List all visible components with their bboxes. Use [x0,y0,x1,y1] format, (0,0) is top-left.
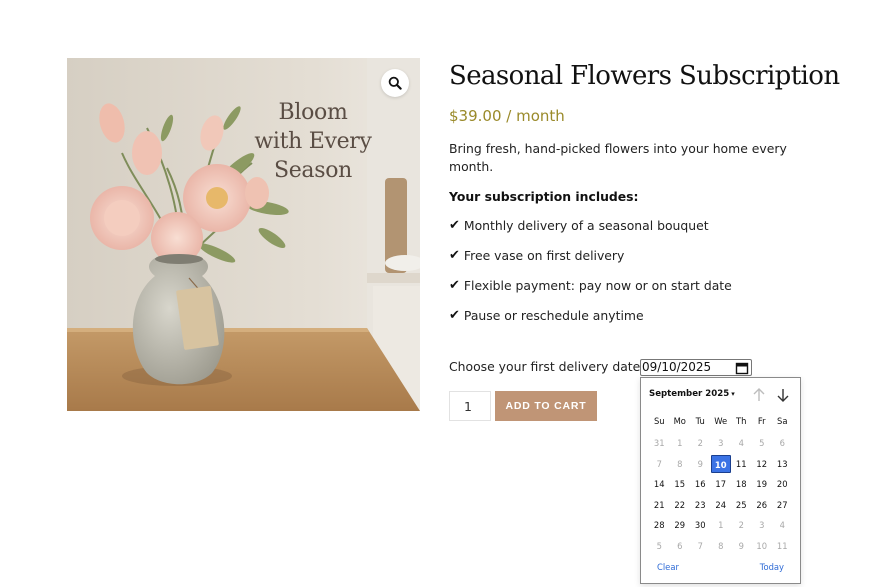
calendar-day[interactable]: 6 [670,537,691,555]
product-title: Seasonal Flowers Subscription [449,61,840,91]
month-year-selector[interactable]: September 2025 ▾ [649,389,735,399]
zoom-button[interactable] [381,69,409,97]
feature-item: ✔ Free vase on first delivery [449,247,732,277]
add-to-cart-button[interactable]: ADD TO CART [495,391,597,421]
arrow-down-icon[interactable] [776,387,790,403]
clear-button[interactable]: Clear [657,562,679,572]
calendar-day[interactable]: 11 [731,455,752,473]
image-headline: Bloom with Every Season [243,98,383,185]
calendar-day[interactable]: 15 [670,475,691,493]
calendar-day[interactable]: 9 [690,455,711,473]
calendar-day[interactable]: 4 [731,434,752,452]
calendar-day[interactable]: 3 [752,516,773,534]
calendar-day[interactable]: 28 [649,516,670,534]
arrow-up-icon[interactable] [752,387,766,403]
calendar-day[interactable]: 17 [711,475,732,493]
calendar-day[interactable]: 2 [731,516,752,534]
calendar-day[interactable]: 10 [752,537,773,555]
calendar-week-row: 28 29 30 1 2 3 4 [649,515,793,536]
product-description: Bring fresh, hand-picked flowers into yo… [449,141,787,174]
quantity-input[interactable]: 1 [449,391,491,421]
magnifier-icon [388,76,402,90]
calendar-day[interactable]: 31 [649,434,670,452]
weekday-label: Fr [757,416,766,426]
date-picker-footer: Clear Today [657,562,784,572]
delivery-date-label: Choose your first delivery date: [449,359,645,374]
calendar-day[interactable]: 7 [690,537,711,555]
price-amount: $39.00 [449,107,502,125]
calendar-day[interactable]: 4 [772,516,793,534]
calendar-grid: 31 1 2 3 4 5 6 7 8 9 10 11 12 13 14 15 16 17 18 19 20 21 22 23 2… [649,433,793,556]
calendar-day[interactable]: 19 [752,475,773,493]
calendar-week-row: 21 22 23 24 25 26 27 [649,495,793,516]
calendar-day[interactable]: 6 [772,434,793,452]
weekday-label: We [714,416,728,426]
calendar-day[interactable]: 18 [731,475,752,493]
calendar-day[interactable]: 20 [772,475,793,493]
calendar-day[interactable]: 11 [772,537,793,555]
calendar-day-selected[interactable]: 10 [710,454,731,473]
feature-text: Pause or reschedule anytime [463,308,644,323]
delivery-date-input[interactable]: 09/10/2025 [640,359,752,376]
checkmark-icon: ✔ [449,308,460,323]
calendar-week-row: 31 1 2 3 4 5 6 [649,433,793,454]
product-image: Bloom with Every Season [67,58,420,411]
calendar-day[interactable]: 8 [711,537,732,555]
calendar-day[interactable]: 7 [649,455,670,473]
feature-text: Flexible payment: pay now or on start da… [463,278,732,293]
weekday-label: Su [653,416,665,426]
calendar-week-row: 5 6 7 8 9 10 11 [649,536,793,557]
today-button[interactable]: Today [760,562,784,572]
calendar-day[interactable]: 8 [670,455,691,473]
checkmark-icon: ✔ [449,218,460,233]
weekday-label: Tu [695,416,705,426]
feature-item: ✔ Monthly delivery of a seasonal bouquet [449,217,732,247]
product-price: $39.00 / month [449,107,565,125]
feature-list: ✔ Monthly delivery of a seasonal bouquet … [449,217,732,337]
image-headline-line: Bloom [278,100,348,125]
calendar-day[interactable]: 9 [731,537,752,555]
feature-text: Monthly delivery of a seasonal bouquet [463,218,709,233]
calendar-day[interactable]: 3 [711,434,732,452]
feature-item: ✔ Pause or reschedule anytime [449,307,732,337]
calendar-day[interactable]: 2 [690,434,711,452]
weekday-label: Sa [777,416,788,426]
calendar-week-row: 14 15 16 17 18 19 20 [649,474,793,495]
calendar-day[interactable]: 16 [690,475,711,493]
calendar-week-row: 7 8 9 10 11 12 13 [649,454,793,475]
calendar-day[interactable]: 1 [670,434,691,452]
calendar-day[interactable]: 23 [690,496,711,514]
calendar-day[interactable]: 5 [649,537,670,555]
calendar-day[interactable]: 24 [711,496,732,514]
image-headline-line: with Every [254,129,372,154]
delivery-date-value: 09/10/2025 [642,360,712,374]
calendar-day[interactable]: 1 [711,516,732,534]
caret-down-icon: ▾ [731,390,735,398]
calendar-day[interactable]: 26 [752,496,773,514]
feature-text: Free vase on first delivery [463,248,625,263]
month-year-label: September 2025 [649,389,730,399]
weekday-label: Th [736,416,747,426]
feature-item: ✔ Flexible payment: pay now or on start d… [449,277,732,307]
calendar-day[interactable]: 12 [752,455,773,473]
calendar-day[interactable]: 5 [752,434,773,452]
weekday-header: Su Mo Tu We Th Fr Sa [649,416,793,426]
price-period: / month [501,107,565,125]
calendar-day[interactable]: 25 [731,496,752,514]
calendar-day[interactable]: 27 [772,496,793,514]
weekday-label: Mo [673,416,686,426]
image-headline-line: Season [273,158,353,183]
includes-heading: Your subscription includes: [449,189,639,204]
calendar-day[interactable]: 30 [690,516,711,534]
calendar-day[interactable]: 21 [649,496,670,514]
calendar-icon[interactable] [735,361,749,375]
checkmark-icon: ✔ [449,248,460,263]
calendar-day[interactable]: 14 [649,475,670,493]
calendar-day[interactable]: 13 [772,455,793,473]
calendar-day[interactable]: 22 [670,496,691,514]
date-picker-popup: September 2025 ▾ Su Mo Tu We Th Fr Sa 31 1… [640,377,801,584]
checkmark-icon: ✔ [449,278,460,293]
calendar-day[interactable]: 29 [670,516,691,534]
